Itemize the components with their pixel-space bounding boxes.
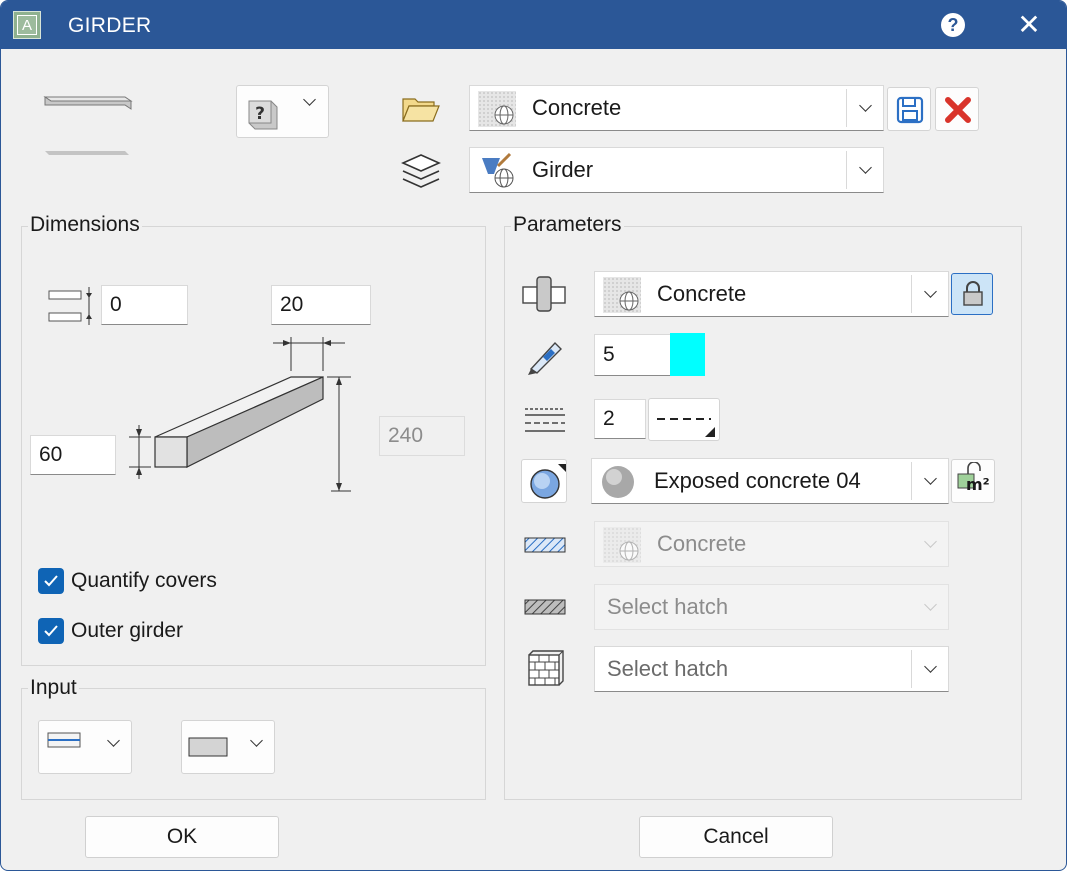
concrete-sphere-thumbnail — [602, 466, 634, 498]
delete-favorite-button[interactable] — [935, 87, 979, 131]
line-type-input[interactable]: 2 — [594, 399, 646, 439]
save-icon — [896, 96, 924, 124]
layers-icon — [401, 154, 441, 188]
pen-thickness-input[interactable]: 5 — [594, 334, 672, 376]
surface-settings-button[interactable] — [521, 459, 567, 503]
chevron-down-icon — [107, 734, 120, 747]
checkmark-icon — [44, 575, 58, 587]
line-type-icon — [525, 408, 565, 432]
quantify-covers-label[interactable]: Quantify covers — [71, 569, 217, 593]
chevron-down-icon — [858, 99, 872, 112]
help-icon[interactable]: ? — [941, 13, 965, 37]
sphere-surface-icon — [530, 464, 566, 499]
combo-arrow[interactable] — [911, 462, 948, 500]
close-button[interactable]: ✕ — [1015, 9, 1043, 41]
material-lock-toggle[interactable] — [951, 273, 993, 315]
save-favorite-button[interactable] — [887, 87, 931, 131]
hatch-placeholder-2: Select hatch — [607, 656, 729, 681]
surface-combo[interactable]: Exposed concrete 04 — [591, 458, 949, 504]
girder-preview-icon — [43, 96, 133, 155]
hatch-placeholder-1: Select hatch — [607, 594, 729, 619]
height-input[interactable]: 60 — [30, 435, 116, 475]
checkmark-icon — [44, 625, 58, 637]
surface-text: Exposed concrete 04 — [654, 468, 861, 493]
combo-arrow[interactable] — [911, 650, 948, 688]
chevron-down-icon — [250, 734, 263, 747]
combo-arrow[interactable] — [846, 89, 883, 127]
lock-icon — [963, 281, 983, 306]
input-shape-dropdown[interactable] — [181, 720, 275, 774]
hatch-combo-1[interactable]: Select hatch — [594, 584, 949, 630]
hatch-combo-2[interactable]: Select hatch — [594, 646, 949, 692]
offset-input[interactable]: 0 — [101, 285, 188, 325]
globe-material-thumbnail — [603, 527, 641, 563]
parameters-label: Parameters — [511, 213, 624, 237]
pen-icon — [528, 341, 562, 375]
material-text: Concrete — [657, 281, 747, 306]
favorite-material-text: Concrete — [532, 95, 622, 120]
outer-girder-label[interactable]: Outer girder — [71, 619, 183, 643]
layer-combo[interactable]: Girder — [469, 147, 884, 193]
quantify-covers-checkbox[interactable] — [38, 568, 64, 594]
material-combo[interactable]: Concrete — [594, 271, 949, 317]
dimensions-label: Dimensions — [28, 213, 142, 237]
material-joint-icon — [522, 276, 566, 312]
width-input[interactable]: 20 — [271, 285, 371, 325]
brick-hatch-icon — [528, 650, 564, 686]
offset-icon — [48, 287, 92, 325]
outer-girder-checkbox[interactable] — [38, 618, 64, 644]
ok-button[interactable]: OK — [85, 816, 279, 858]
chevron-down-icon — [923, 598, 937, 611]
title-bar: A GIRDER ? ✕ — [1, 1, 1066, 49]
layer-text: Girder — [532, 157, 594, 182]
m2-label: m² — [966, 475, 990, 494]
layer-brush-icon — [482, 152, 514, 188]
svg-text:?: ? — [255, 104, 265, 124]
chevron-down-icon — [923, 660, 937, 673]
input-mode-line-icon — [47, 732, 81, 748]
app-icon: A — [13, 11, 41, 39]
line-type-picker[interactable] — [648, 398, 720, 441]
favorite-box-icon: ? — [248, 100, 278, 130]
hatch-material-combo[interactable]: Concrete — [594, 521, 949, 567]
dashed-line-preview — [657, 418, 715, 437]
hatch-blue-icon — [524, 537, 566, 553]
input-mode-dropdown[interactable] — [38, 720, 132, 774]
girder-dimension-diagram — [129, 337, 351, 492]
hatch-gray-icon — [524, 599, 566, 615]
globe-material-thumbnail — [478, 91, 516, 127]
dialog-window: A GIRDER ? ✕ ? Concrete Girder Dimension… — [0, 0, 1067, 871]
hatch-material-text: Concrete — [657, 531, 747, 556]
delete-icon — [945, 97, 971, 123]
area-quantity-unlock-button[interactable]: m² — [951, 459, 995, 503]
combo-arrow[interactable] — [912, 588, 948, 626]
pen-color-swatch[interactable] — [670, 333, 705, 376]
combo-arrow[interactable] — [846, 151, 883, 189]
folder-open-icon[interactable] — [401, 95, 441, 125]
chevron-down-icon — [923, 472, 937, 485]
favorites-dropdown[interactable]: ? — [236, 85, 329, 138]
dialog-title: GIRDER — [68, 14, 152, 37]
combo-arrow[interactable] — [912, 525, 948, 563]
favorite-material-combo[interactable]: Concrete — [469, 85, 884, 131]
length-input[interactable]: 240 — [379, 416, 465, 456]
cancel-button[interactable]: Cancel — [639, 816, 833, 858]
chevron-down-icon — [923, 285, 937, 298]
chevron-down-icon — [923, 535, 937, 548]
globe-material-thumbnail — [603, 277, 641, 313]
chevron-down-icon — [303, 93, 316, 106]
rectangle-shape-icon — [188, 737, 228, 757]
input-label: Input — [28, 676, 79, 700]
chevron-down-icon — [858, 161, 872, 174]
combo-arrow[interactable] — [911, 275, 948, 313]
